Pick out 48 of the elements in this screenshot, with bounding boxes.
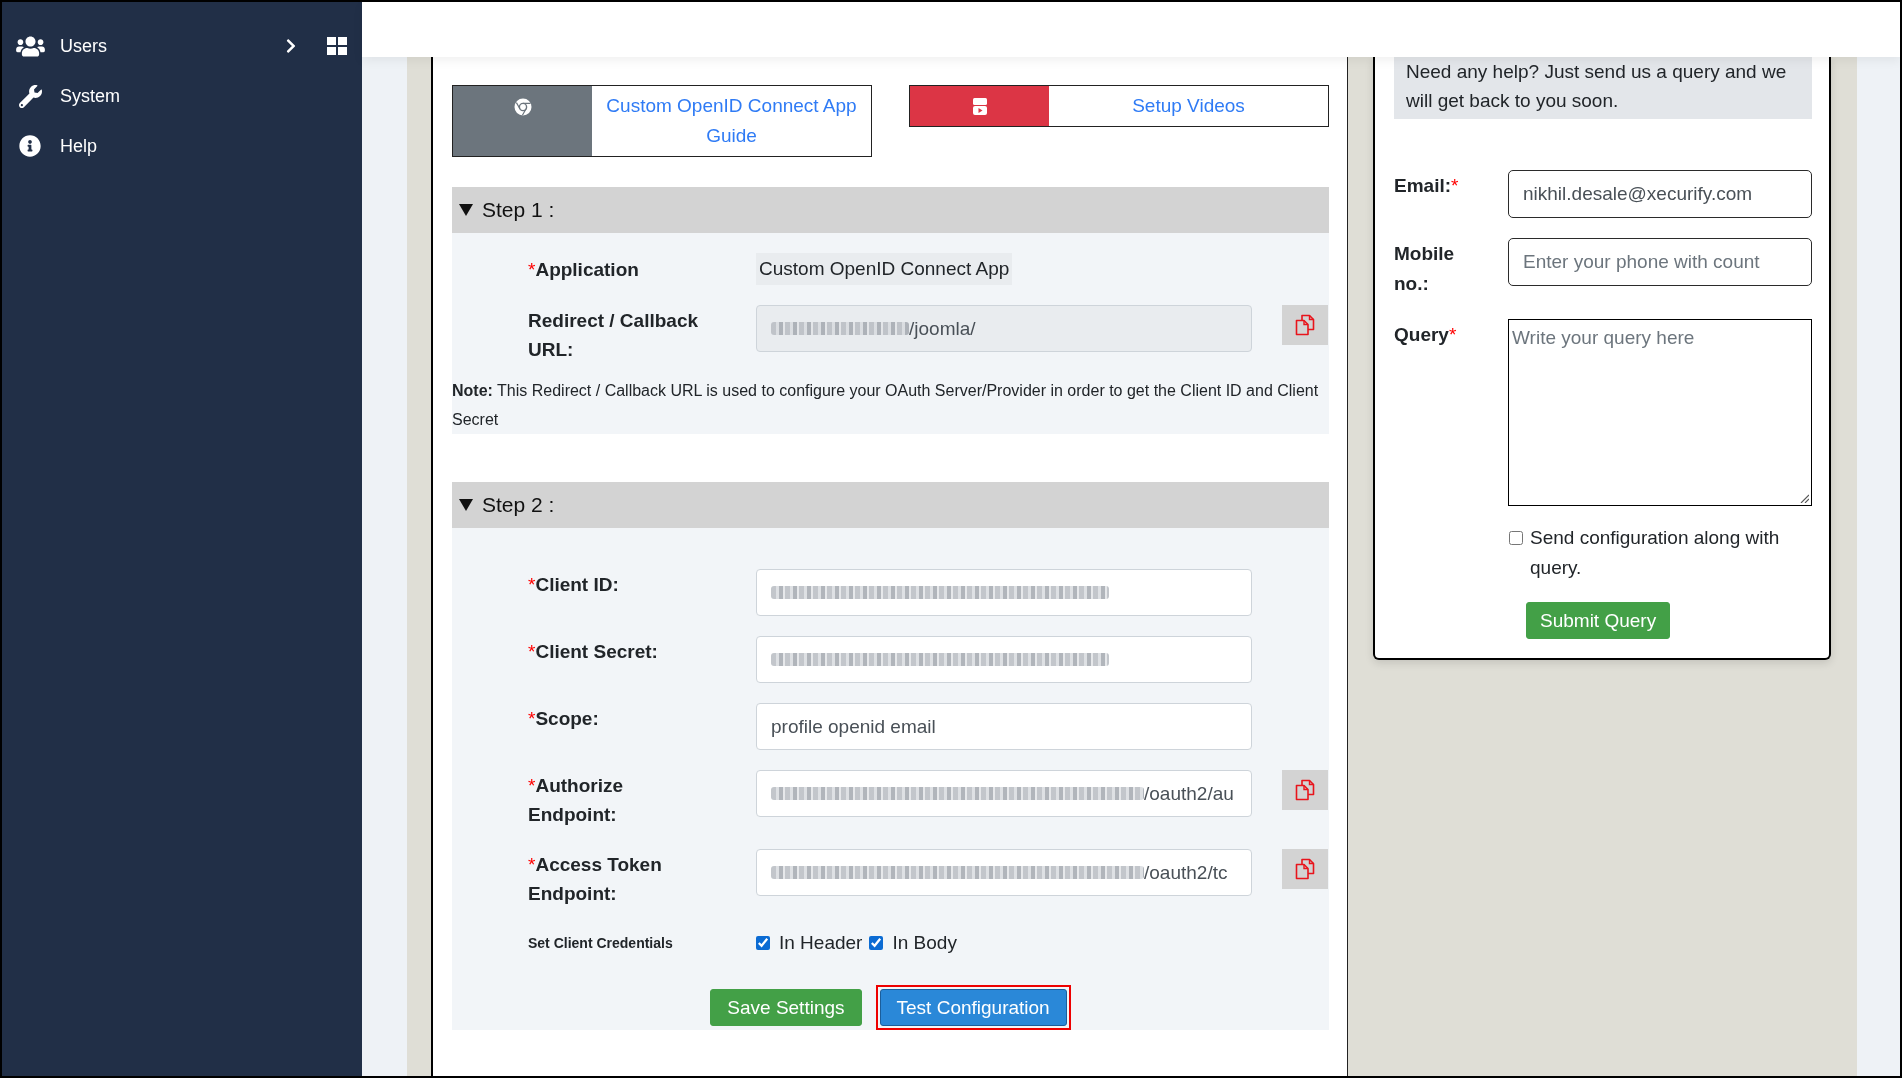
test-button[interactable]: Test Configuration bbox=[879, 989, 1067, 1026]
text-field[interactable]: /oauth2/tc bbox=[756, 849, 1252, 896]
checkbox-label: In Body bbox=[892, 932, 957, 954]
copy-button[interactable] bbox=[1282, 849, 1328, 889]
resize-handle-icon[interactable] bbox=[1800, 494, 1809, 503]
field-label: Redirect / Callback URL: bbox=[528, 309, 700, 362]
sidebar-item[interactable]: Users bbox=[14, 26, 300, 66]
application-value: Custom OpenID Connect App bbox=[756, 253, 1013, 285]
step-header[interactable]: Step 1 : bbox=[452, 187, 1329, 233]
checkbox[interactable] bbox=[756, 936, 770, 950]
field-label: *Application bbox=[528, 258, 639, 282]
field-label: *Scope: bbox=[528, 707, 599, 731]
field-label: *Access Token Endpoint: bbox=[528, 853, 663, 906]
checkbox-label: Send configuration along with query. bbox=[1530, 526, 1781, 580]
checkbox-label: In Header bbox=[779, 932, 863, 954]
text-field[interactable]: /oauth2/au bbox=[756, 770, 1252, 817]
field-label: *Authorize Endpoint: bbox=[528, 774, 624, 827]
input-field[interactable]: nikhil.desale@xecurify.com bbox=[1508, 170, 1812, 218]
input-field[interactable]: Enter your phone with count bbox=[1508, 238, 1812, 286]
text-field[interactable] bbox=[756, 569, 1252, 616]
query-field[interactable]: Write your query here bbox=[1508, 319, 1812, 506]
copy-icon bbox=[1293, 313, 1317, 337]
copy-button[interactable] bbox=[1282, 770, 1328, 810]
field-label: *Client Secret: bbox=[528, 640, 658, 664]
video-link[interactable]: Setup Videos bbox=[909, 85, 1329, 127]
text-field[interactable]: profile openid email bbox=[756, 703, 1252, 750]
circle-logo-icon bbox=[513, 98, 532, 116]
video-logo-icon bbox=[972, 98, 987, 115]
help-message: Need any help? Just send us a query and we will get back to you soon. bbox=[1394, 57, 1812, 119]
grid-icon[interactable] bbox=[327, 37, 347, 55]
field-label: Mobile no.: bbox=[1394, 242, 1456, 296]
wrench-icon bbox=[18, 84, 42, 108]
text-field[interactable] bbox=[756, 636, 1252, 683]
sidebar-item[interactable]: Help bbox=[14, 126, 347, 166]
users-icon bbox=[15, 34, 45, 58]
checkbox[interactable] bbox=[869, 936, 884, 950]
sidebar-item[interactable]: System bbox=[14, 76, 347, 116]
copy-icon bbox=[1293, 778, 1317, 802]
info-icon bbox=[19, 135, 41, 157]
guide-link[interactable]: Custom OpenID Connect App Guide bbox=[452, 85, 872, 157]
field-label: Query* bbox=[1394, 323, 1457, 347]
checkbox[interactable] bbox=[1509, 531, 1523, 545]
copy-icon bbox=[1293, 857, 1317, 881]
note-text: Note: This Redirect / Callback URL is used to configure your OAuth Server/Provider in order to get the Client ID and Client Secret bbox=[452, 381, 1320, 430]
field-label: *Client ID: bbox=[528, 573, 619, 597]
field-label: Email:* bbox=[1394, 174, 1459, 198]
credentials-label: Set Client Credentials bbox=[528, 935, 674, 951]
step-header[interactable]: Step 2 : bbox=[452, 482, 1329, 528]
